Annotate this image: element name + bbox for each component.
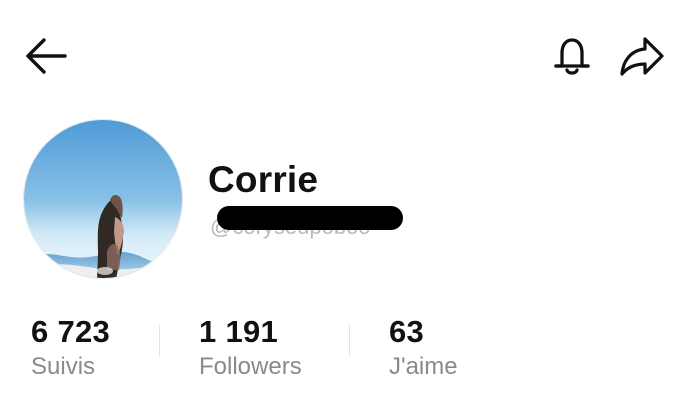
back-arrow-icon[interactable] bbox=[22, 34, 70, 78]
avatar[interactable] bbox=[23, 119, 183, 279]
stat-likes-value: 63 bbox=[389, 314, 425, 349]
top-navigation-bar bbox=[0, 0, 692, 110]
stat-followers[interactable]: 1 191 Followers bbox=[199, 313, 302, 382]
stat-following[interactable]: 6 723 Suivis bbox=[31, 313, 110, 382]
bell-icon[interactable] bbox=[548, 31, 596, 81]
stats-divider bbox=[349, 325, 350, 357]
stat-following-label: Suivis bbox=[31, 353, 96, 380]
stat-followers-label: Followers bbox=[199, 353, 302, 380]
stat-followers-value: 1 191 bbox=[199, 314, 279, 349]
share-icon[interactable] bbox=[614, 31, 668, 81]
stat-following-value: 6 723 bbox=[31, 314, 111, 349]
username: @coryseupoboo bbox=[208, 206, 403, 240]
stat-likes[interactable]: 63 J'aime bbox=[389, 313, 458, 382]
redaction-bar bbox=[217, 206, 403, 230]
stats-divider bbox=[159, 325, 160, 357]
stat-likes-label: J'aime bbox=[389, 353, 458, 380]
profile-name: Corrie bbox=[208, 159, 319, 200]
